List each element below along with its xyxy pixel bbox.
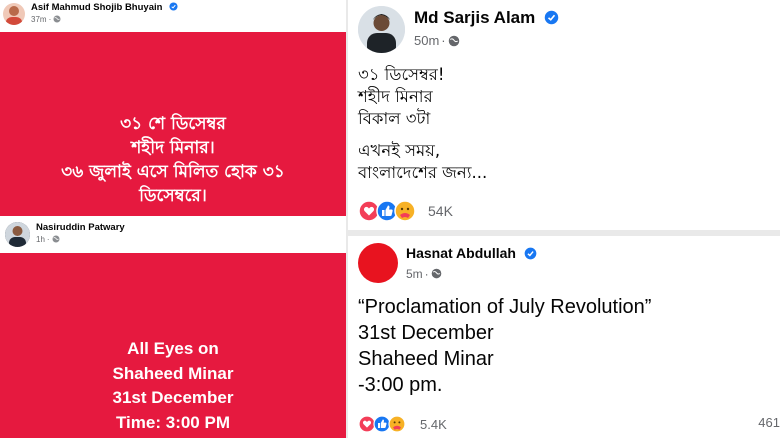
avatar[interactable]: [358, 6, 405, 53]
comment-count[interactable]: 461: [758, 415, 780, 430]
post-time[interactable]: 37m: [31, 15, 47, 24]
post-line: ৩১ ডিসেম্বর!: [358, 65, 445, 84]
post-body: ৩১ ডিসেম্বর! শহীদ মিনার বিকাল ৩টা এখনই স…: [358, 64, 487, 184]
post-image[interactable]: All Eyes on Shaheed Minar 31st December …: [0, 253, 346, 438]
author-name[interactable]: Hasnat Abdullah: [406, 245, 537, 261]
image-text-line: ডিসেম্বরে।: [139, 186, 207, 206]
reactions-summary[interactable]: [358, 200, 426, 222]
author-name-text[interactable]: Md Sarjis Alam: [414, 8, 535, 27]
image-text-line: ৩৬ জুলাই এসে মিলিত হোক ৩১: [61, 162, 285, 182]
post-line: বিকাল ৩টা: [358, 109, 431, 128]
post-header: Nasiruddin Patwary 1h ·: [0, 216, 346, 253]
globe-icon: [448, 35, 459, 46]
post-meta: 1h ·: [36, 235, 60, 244]
author-name[interactable]: Nasiruddin Patwary: [36, 222, 125, 233]
post-body: “Proclamation of July Revolution” 31st D…: [358, 294, 651, 398]
post-line: -3:00 pm.: [358, 374, 443, 396]
post-image[interactable]: ৩১ শে ডিসেম্বর শহীদ মিনার। ৩৬ জুলাই এসে …: [0, 32, 346, 216]
author-name[interactable]: Asif Mahmud Shojib Bhuyain: [31, 2, 178, 13]
author-name-text[interactable]: Hasnat Abdullah: [406, 245, 516, 261]
image-text-line: Shaheed Minar: [112, 363, 234, 383]
meta-separator: ·: [46, 235, 50, 244]
image-text-line: All Eyes on: [127, 339, 219, 358]
avatar[interactable]: [358, 243, 398, 283]
image-text: All Eyes on Shaheed Minar 31st December …: [0, 337, 346, 435]
verified-badge-icon: [524, 247, 537, 260]
post-asif: Asif Mahmud Shojib Bhuyain 37m · ৩১ শে ডি…: [0, 0, 346, 216]
post-line: এখনই সময়,: [358, 141, 441, 160]
globe-icon: [431, 269, 441, 279]
globe-icon: [52, 235, 60, 243]
love-reaction-icon: [358, 200, 380, 222]
post-meta: 5m ·: [406, 267, 442, 281]
globe-icon: [53, 15, 61, 23]
reaction-count[interactable]: 54K: [428, 203, 453, 219]
avatar[interactable]: [3, 3, 25, 25]
post-line: 31st December: [358, 322, 494, 344]
post-header: Asif Mahmud Shojib Bhuyain 37m ·: [0, 0, 346, 30]
post-line: শহীদ মিনার: [358, 87, 433, 106]
like-reaction-icon: [373, 415, 391, 433]
post-hasnat: Hasnat Abdullah 5m · “Proclamation of Jul…: [348, 236, 780, 438]
post-sarjis: Md Sarjis Alam 50m · ৩১ ডিসেম্বর! শহীদ মি…: [348, 0, 780, 230]
reaction-count[interactable]: 5.4K: [420, 417, 447, 432]
image-text-line: শহীদ মিনার।: [131, 138, 215, 158]
love-reaction-icon: [358, 415, 376, 433]
verified-badge-icon: [544, 10, 559, 25]
author-name-text[interactable]: Asif Mahmud Shojib Bhuyain: [31, 2, 162, 13]
post-line: বাংলাদেশের জন্য...: [358, 163, 488, 182]
meta-separator: ·: [48, 15, 52, 24]
post-meta: 37m ·: [31, 15, 61, 24]
post-time[interactable]: 5m: [406, 267, 423, 281]
meta-separator: ·: [441, 33, 446, 48]
post-line: Shaheed Minar: [358, 348, 494, 370]
image-text-line: Time: 3:00 PM: [115, 412, 230, 432]
avatar[interactable]: [5, 222, 30, 247]
image-text-line: ৩১ শে ডিসেম্বর: [120, 114, 226, 134]
like-reaction-icon: [376, 200, 398, 222]
meta-separator: ·: [424, 267, 429, 281]
care-reaction-icon: [394, 200, 416, 222]
reactions-summary[interactable]: [358, 415, 416, 433]
verified-badge-icon: [169, 2, 178, 11]
author-name[interactable]: Md Sarjis Alam: [414, 8, 559, 28]
image-text-line: 31st December: [112, 388, 234, 407]
post-line: “Proclamation of July Revolution”: [358, 296, 652, 318]
post-nasiruddin: Nasiruddin Patwary 1h · All Eyes on Shahe…: [0, 216, 346, 438]
image-text: ৩১ শে ডিসেম্বর শহীদ মিনার। ৩৬ জুলাই এসে …: [0, 112, 346, 208]
post-meta: 50m ·: [414, 33, 460, 48]
post-time[interactable]: 1h: [36, 235, 45, 244]
post-time[interactable]: 50m: [414, 33, 439, 48]
care-reaction-icon: [388, 415, 406, 433]
